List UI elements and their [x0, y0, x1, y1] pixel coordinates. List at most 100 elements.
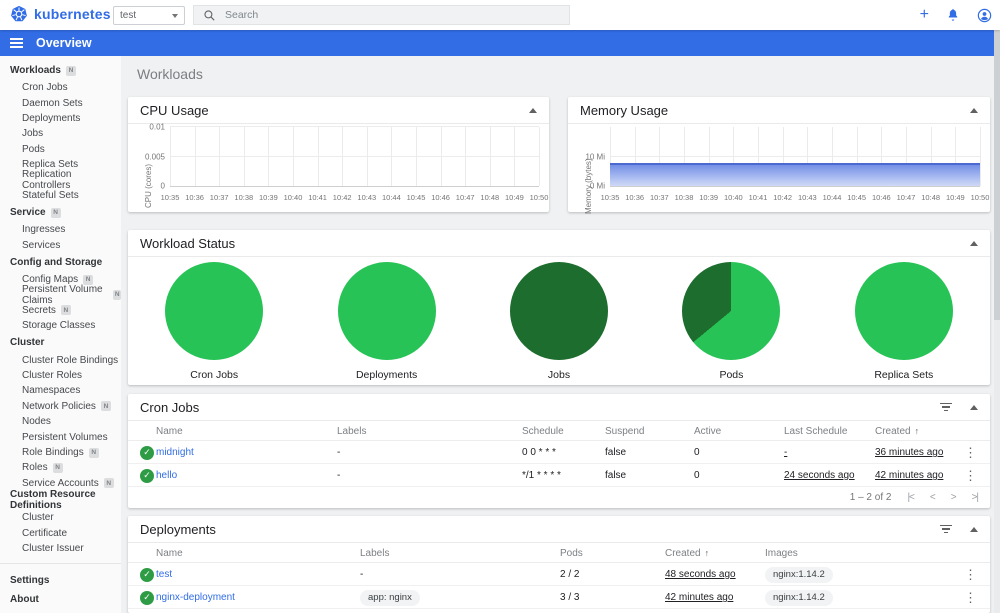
sidebar-item-role-bindings[interactable]: Role Bindings N — [0, 445, 121, 460]
sidebar-item-label: Secrets — [22, 304, 56, 316]
sidebar-item-cluster[interactable]: Cluster — [0, 510, 121, 525]
row-actions-cell: ⋮ — [964, 563, 977, 586]
sidebar-item-about[interactable]: About — [0, 590, 121, 609]
gridline — [980, 127, 981, 186]
created-cell[interactable]: 36 minutes ago — [875, 441, 943, 464]
sidebar-item-ingresses[interactable]: Ingresses — [0, 222, 121, 237]
sidebar-item-cluster-issuer[interactable]: Cluster Issuer — [0, 541, 121, 556]
last-schedule-cell[interactable]: 24 seconds ago — [784, 464, 855, 487]
collapse-icon[interactable] — [970, 240, 978, 246]
search-input[interactable]: Search — [193, 5, 570, 25]
scrollbar-thumb[interactable] — [994, 30, 1000, 320]
sidebar-item-pods[interactable]: Pods — [0, 142, 121, 157]
sidebar-item-cluster-role-bindings[interactable]: Cluster Role Bindings — [0, 352, 121, 367]
notifications-button[interactable] — [946, 8, 960, 22]
pie-chart-cron-jobs[interactable] — [165, 262, 264, 360]
card-title: Cron Jobs — [140, 399, 200, 415]
sidebar-item-network-policies[interactable]: Network Policies N — [0, 399, 121, 414]
cron-jobs-table-header: Name Labels Schedule Suspend Active Last Sche… — [128, 421, 990, 441]
deployment-name-link[interactable]: test — [156, 563, 172, 586]
sidebar-item-jobs[interactable]: Jobs — [0, 126, 121, 141]
deployment-name-link[interactable]: nginx-deployment — [156, 586, 235, 609]
next-page-button[interactable]: > — [951, 492, 957, 503]
column-header-labels[interactable]: Labels — [337, 421, 366, 441]
column-header-created[interactable]: Created ↑ — [665, 543, 709, 563]
collapse-icon[interactable] — [970, 107, 978, 113]
memory-area-series — [610, 163, 980, 186]
last-page-button[interactable]: >| — [972, 492, 980, 503]
account-button[interactable] — [977, 8, 992, 23]
x-tick-label: 10:41 — [308, 193, 327, 202]
workload-status-replica-sets: Replica Sets — [818, 262, 990, 381]
sidebar-item-namespaces[interactable]: Namespaces — [0, 383, 121, 398]
sidebar-item-config-and-storage[interactable]: Config and Storage — [0, 253, 121, 272]
column-header-last-schedule[interactable]: Last Schedule — [784, 421, 847, 441]
sidebar-item-settings[interactable]: Settings — [0, 571, 121, 590]
created-cell[interactable]: 42 minutes ago — [875, 464, 943, 487]
collapse-icon[interactable] — [529, 107, 537, 113]
sidebar-item-nodes[interactable]: Nodes — [0, 414, 121, 429]
x-tick-label: 10:48 — [921, 193, 941, 202]
row-actions-cell: ⋮ — [964, 464, 977, 487]
pie-chart-deployments[interactable] — [337, 262, 436, 360]
column-header-pods[interactable]: Pods — [560, 543, 583, 563]
column-header-active[interactable]: Active — [694, 421, 721, 441]
column-header-schedule[interactable]: Schedule — [522, 421, 564, 441]
sidebar-item-service[interactable]: Service N — [0, 203, 121, 222]
workload-status-deployments: Deployments — [300, 262, 472, 381]
sidebar-item-persistent-volumes[interactable]: Persistent Volumes — [0, 429, 121, 444]
kebab-menu-icon[interactable]: ⋮ — [964, 590, 977, 606]
prev-page-button[interactable]: < — [930, 492, 936, 503]
kebab-menu-icon[interactable]: ⋮ — [964, 468, 977, 484]
x-tick-label: 10:40 — [283, 193, 303, 202]
column-header-name[interactable]: Name — [156, 421, 183, 441]
column-header-images[interactable]: Images — [765, 543, 798, 563]
cronjob-name-link[interactable]: midnight — [156, 441, 194, 464]
sidebar-item-replication-controllers[interactable]: Replication Controllers — [0, 169, 121, 191]
sidebar-item-daemon-sets[interactable]: Daemon Sets — [0, 95, 121, 110]
sidebar-item-cluster[interactable]: Cluster — [0, 333, 121, 352]
column-header-suspend[interactable]: Suspend — [605, 421, 644, 441]
x-tick-label: 10:40 — [723, 193, 743, 202]
collapse-icon[interactable] — [970, 526, 978, 532]
sidebar-item-storage-classes[interactable]: Storage Classes — [0, 318, 121, 333]
sidebar-item-persistent-volume-claims[interactable]: Persistent Volume Claims N — [0, 284, 121, 306]
column-header-name[interactable]: Name — [156, 543, 183, 563]
sidebar-item-label: Certificate — [22, 527, 68, 539]
sidebar-item-label: Network Policies — [22, 400, 96, 412]
created-cell[interactable]: 48 seconds ago — [665, 563, 736, 586]
sidebar-item-label: Namespaces — [22, 385, 81, 397]
namespace-select[interactable]: test — [113, 6, 185, 25]
menu-icon[interactable] — [10, 37, 23, 49]
sidebar-item-custom-resource-definitions[interactable]: Custom Resource Definitions — [0, 489, 121, 511]
filter-icon[interactable] — [940, 402, 952, 412]
sidebar-item-label: Service Accounts — [22, 477, 99, 489]
sidebar-item-certificate[interactable]: Certificate — [0, 525, 121, 540]
column-header-labels[interactable]: Labels — [360, 543, 389, 563]
last-schedule-cell[interactable]: - — [784, 441, 787, 464]
gridline — [489, 127, 491, 186]
sidebar-item-cluster-roles[interactable]: Cluster Roles — [0, 368, 121, 383]
pie-chart-pods[interactable] — [682, 262, 781, 360]
sidebar-item-services[interactable]: Services — [0, 238, 121, 253]
collapse-icon[interactable] — [970, 404, 978, 410]
kebab-menu-icon[interactable]: ⋮ — [964, 567, 977, 583]
sidebar-item-roles[interactable]: Roles N — [0, 460, 121, 475]
pie-chart-replica-sets[interactable] — [854, 262, 953, 360]
labels-cell: - — [360, 569, 364, 580]
column-header-label: Name — [156, 547, 183, 559]
cronjob-name-link[interactable]: hello — [156, 464, 177, 487]
sidebar-item-label: Persistent Volume Claims — [22, 284, 103, 306]
sidebar-item-workloads[interactable]: Workloads N — [0, 61, 121, 80]
filter-icon[interactable] — [940, 524, 952, 534]
sidebar-item-cron-jobs[interactable]: Cron Jobs — [0, 80, 121, 95]
create-resource-button[interactable]: + — [920, 7, 929, 23]
first-page-button[interactable]: |< — [907, 492, 915, 503]
kebab-menu-icon[interactable]: ⋮ — [964, 445, 977, 461]
namespaced-badge: N — [103, 478, 114, 489]
x-tick-label: 10:50 — [970, 193, 990, 202]
sidebar-item-deployments[interactable]: Deployments — [0, 111, 121, 126]
column-header-created[interactable]: Created ↑ — [875, 421, 919, 441]
created-cell[interactable]: 42 minutes ago — [665, 586, 733, 609]
pie-chart-jobs[interactable] — [510, 262, 609, 360]
